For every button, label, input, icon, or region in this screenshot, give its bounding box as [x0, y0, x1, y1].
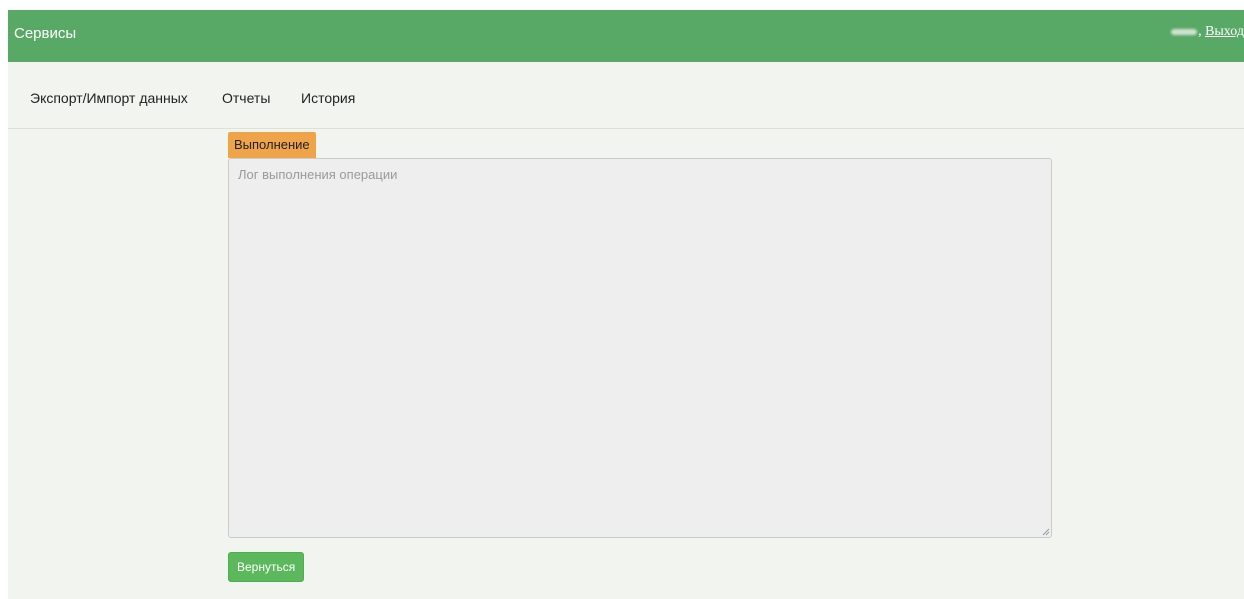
- top-nav: Экспорт/Импорт данных Отчеты История: [8, 62, 1244, 129]
- nav-item-history[interactable]: История: [301, 89, 355, 107]
- top-bar: Сервисы , Выход: [8, 10, 1244, 62]
- user-name-blurred: [1171, 28, 1198, 35]
- logout-link[interactable]: Выход: [1205, 24, 1244, 39]
- nav-item-export-import[interactable]: Экспорт/Импорт данных: [30, 89, 188, 107]
- operation-log-textarea[interactable]: [228, 158, 1052, 538]
- user-separator: ,: [1198, 24, 1202, 39]
- user-area: , Выход: [1171, 23, 1244, 41]
- nav-item-reports[interactable]: Отчеты: [222, 89, 270, 107]
- back-button[interactable]: Вернуться: [228, 552, 305, 582]
- execution-tab-label: Выполнение: [228, 132, 316, 158]
- app-title: Сервисы: [14, 25, 77, 42]
- resize-grip-icon[interactable]: [1042, 528, 1050, 536]
- app-frame: Сервисы , Выход Экспорт/Импорт данных От…: [8, 10, 1244, 599]
